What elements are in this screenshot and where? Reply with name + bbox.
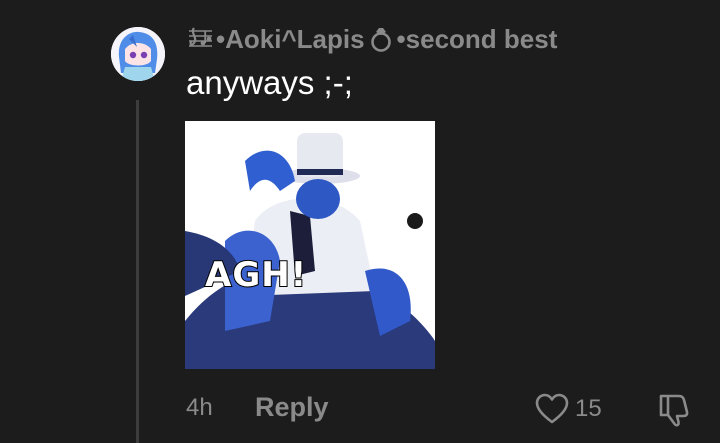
comment-image[interactable]: AGH! xyxy=(185,121,435,369)
dislike-button[interactable] xyxy=(655,390,693,428)
attachment-caption: AGH! xyxy=(204,254,308,296)
author-flair: •second best xyxy=(396,23,558,54)
avatar[interactable] xyxy=(111,27,165,81)
attachment-illustration xyxy=(185,121,435,369)
timestamp: 4h xyxy=(186,394,213,421)
comment-header: • Aoki^Lapis •second best xyxy=(186,22,557,56)
heart-icon xyxy=(535,393,569,424)
like-count: 15 xyxy=(575,395,602,422)
author-name[interactable]: Aoki^Lapis xyxy=(225,24,364,55)
like-button[interactable]: 15 xyxy=(535,390,602,428)
avatar-image xyxy=(111,27,165,81)
comment-text: anyways ;-; xyxy=(186,64,353,101)
ring-icon xyxy=(370,28,391,52)
reply-button[interactable]: Reply xyxy=(255,392,329,423)
comment-actions: 4h Reply 15 xyxy=(0,388,720,430)
thumbs-down-icon xyxy=(659,394,689,427)
music-notes-icon xyxy=(189,27,212,47)
author-prefix: • xyxy=(216,23,226,54)
